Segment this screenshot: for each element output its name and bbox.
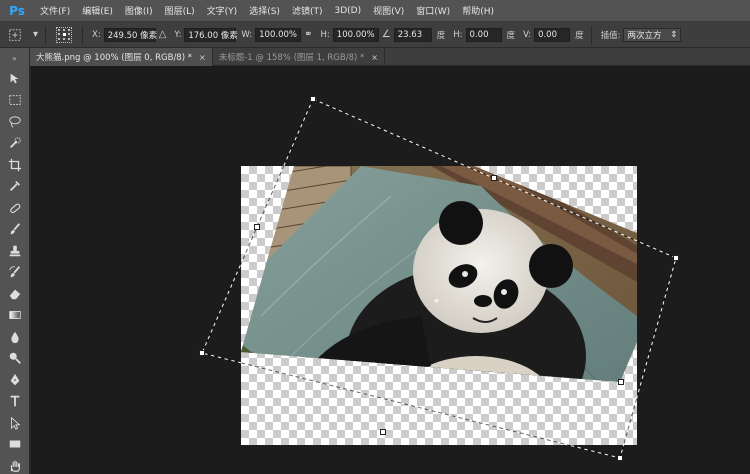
menu-window[interactable]: 窗口(W)	[410, 4, 456, 17]
blur-tool-icon[interactable]	[0, 326, 29, 348]
vskew-unit: 度	[575, 30, 584, 41]
width-label: W:	[241, 29, 253, 40]
reference-point-locator[interactable]	[56, 26, 73, 43]
tools-panel: »	[0, 48, 30, 474]
dodge-tool-icon[interactable]	[0, 348, 29, 370]
brush-tool-icon[interactable]	[0, 219, 29, 241]
transform-handle-top-right[interactable]	[673, 255, 679, 261]
y-label: Y:	[174, 29, 182, 40]
tool-preset-picker[interactable]	[0, 24, 30, 46]
menu-bar: Ps 文件(F) 编辑(E) 图像(I) 图层(L) 文字(Y) 选择(S) 滤…	[0, 0, 750, 22]
document-tabs: 大熊猫.png @ 100% (图层 0, RGB/8) * × 未标题-1 @…	[30, 48, 750, 66]
transform-handle-bottom[interactable]	[380, 429, 386, 435]
menu-file[interactable]: 文件(F)	[34, 4, 76, 17]
rectangle-tool-icon[interactable]	[0, 434, 29, 456]
lasso-tool-icon[interactable]	[0, 111, 29, 133]
menu-view[interactable]: 视图(V)	[367, 4, 410, 17]
interpolation-label: 插值:	[600, 30, 621, 41]
height-label: H:	[320, 29, 330, 40]
canvas-workspace[interactable]: ⌖	[31, 66, 750, 474]
angle-icon: ∠	[381, 29, 391, 40]
transform-handle-right[interactable]	[618, 379, 624, 385]
menu-type[interactable]: 文字(Y)	[201, 4, 244, 17]
type-tool-icon[interactable]	[0, 391, 29, 413]
photoshop-logo: Ps	[9, 3, 25, 18]
clone-stamp-tool-icon[interactable]	[0, 240, 29, 262]
eyedropper-tool-icon[interactable]	[0, 176, 29, 198]
gradient-tool-icon[interactable]	[0, 305, 29, 327]
transform-handle-left[interactable]	[254, 224, 260, 230]
horizontal-skew-input[interactable]: 0.00	[465, 27, 502, 42]
hskew-unit: 度	[506, 30, 516, 41]
menu-help[interactable]: 帮助(H)	[456, 4, 500, 17]
tab-untitled-document[interactable]: 未标题-1 @ 158% (图层 1, RGB/8) * ×	[213, 48, 385, 66]
interpolation-select[interactable]: 两次立方 ⇕	[623, 27, 682, 42]
tab-label: 大熊猫.png @ 100% (图层 0, RGB/8) *	[36, 53, 192, 63]
menu-3d[interactable]: 3D(D)	[328, 6, 367, 16]
cursor-icon: ⌖	[434, 297, 440, 307]
options-bar: ▾ X: 249.50 像素 △ Y: 176.00 像素 W: 100.00%…	[0, 22, 750, 48]
close-icon[interactable]: ×	[371, 53, 378, 62]
transform-handle-bottom-left[interactable]	[199, 350, 205, 356]
hskew-label: H:	[453, 29, 463, 40]
menu-edit[interactable]: 编辑(E)	[76, 4, 119, 17]
height-input[interactable]: 100.00%	[332, 27, 379, 42]
transform-handle-top-left[interactable]	[310, 96, 316, 102]
select-arrows-icon: ⇕	[670, 29, 678, 40]
chevron-down-icon[interactable]: ▾	[33, 29, 38, 40]
options-divider	[45, 25, 47, 44]
options-divider	[590, 25, 592, 44]
interpolation-value: 两次立方	[627, 30, 662, 41]
menu-layer[interactable]: 图层(L)	[159, 4, 201, 17]
menu-select[interactable]: 选择(S)	[243, 4, 286, 17]
x-label: X:	[92, 29, 101, 40]
tab-panda-document[interactable]: 大熊猫.png @ 100% (图层 0, RGB/8) * ×	[30, 48, 213, 66]
close-icon[interactable]: ×	[199, 53, 206, 62]
path-selection-tool-icon[interactable]	[0, 412, 29, 434]
panel-collapse-icon[interactable]: »	[0, 48, 29, 68]
menu-image[interactable]: 图像(I)	[119, 4, 159, 17]
move-tool-icon[interactable]	[0, 68, 29, 90]
transform-tool-icon	[9, 28, 21, 41]
pen-tool-icon[interactable]	[0, 369, 29, 391]
options-divider	[82, 25, 84, 44]
quick-selection-tool-icon[interactable]	[0, 133, 29, 155]
healing-brush-tool-icon[interactable]	[0, 197, 29, 219]
x-position-input[interactable]: 249.50 像素	[103, 27, 157, 42]
y-position-input[interactable]: 176.00 像素	[184, 27, 238, 42]
crop-tool-icon[interactable]	[0, 154, 29, 176]
eraser-tool-icon[interactable]	[0, 283, 29, 305]
tab-label: 未标题-1 @ 158% (图层 1, RGB/8) *	[218, 53, 365, 63]
menu-filter[interactable]: 滤镜(T)	[286, 4, 329, 17]
rotation-angle-input[interactable]: 23.63	[393, 27, 432, 42]
transform-handle-top[interactable]	[491, 175, 497, 181]
history-brush-tool-icon[interactable]	[0, 262, 29, 284]
angle-unit: 度	[436, 30, 446, 41]
marquee-tool-icon[interactable]	[0, 90, 29, 112]
width-input[interactable]: 100.00%	[255, 27, 302, 42]
hand-tool-icon[interactable]	[0, 455, 29, 474]
vskew-label: V:	[523, 29, 532, 40]
vertical-skew-input[interactable]: 0.00	[534, 27, 571, 42]
delta-icon[interactable]: △	[159, 29, 167, 40]
link-icon[interactable]: ⚭	[304, 29, 312, 40]
transform-handle-bottom-right[interactable]	[617, 455, 623, 461]
